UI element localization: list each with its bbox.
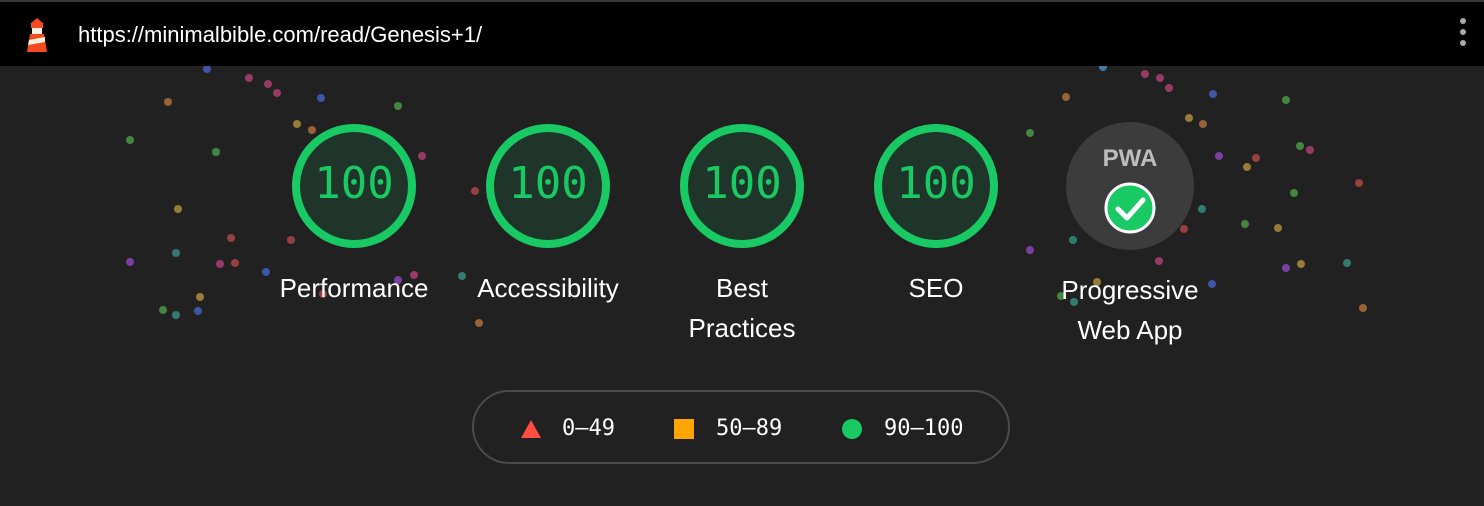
browser-topbar: https://minimalbible.com/read/Genesis+1/: [0, 0, 1484, 66]
legend-average-range: 50–89: [716, 416, 783, 441]
gauge-score: 100: [314, 158, 394, 209]
page-url[interactable]: https://minimalbible.com/read/Genesis+1/: [78, 20, 482, 50]
check-circle-icon: [1104, 182, 1156, 234]
gauge-label: SEO: [908, 273, 964, 303]
legend-pass-range: 90–100: [884, 416, 964, 441]
triangle-icon: [521, 420, 541, 438]
lighthouse-icon: [27, 18, 47, 52]
gauge-score: 100: [508, 158, 588, 209]
score-legend: 0–49 50–89 90–100: [472, 390, 1010, 464]
gauge-best-practices[interactable]: 100 Best Practices: [642, 120, 842, 343]
gauge-label-line: Practices: [688, 313, 796, 343]
gauge-performance[interactable]: 100 Performance: [254, 120, 454, 303]
pwa-label-line-1: Progressive: [1061, 275, 1199, 305]
more-vert-icon[interactable]: [1458, 18, 1468, 54]
gauge-score: 100: [702, 158, 782, 209]
gauge-label: Best Practices: [642, 268, 842, 348]
gauge-accessibility[interactable]: 100 Accessibility: [448, 120, 648, 303]
gauge-seo[interactable]: 100 SEO: [836, 120, 1036, 303]
pwa-badge: PWA: [1066, 122, 1194, 250]
gauge-label: Performance: [279, 273, 429, 303]
circle-icon: [842, 419, 862, 439]
gauge-label-line: Best: [715, 273, 769, 303]
pwa-label: Progressive Web App: [1030, 270, 1230, 350]
gauge-score: 100: [896, 158, 976, 209]
pwa-gauge[interactable]: PWA Progressive Web App: [1030, 120, 1230, 345]
pwa-badge-text: PWA: [1103, 145, 1158, 172]
square-icon: [674, 419, 694, 439]
gauge-label: Accessibility: [477, 273, 619, 303]
pwa-label-line-2: Web App: [1077, 315, 1183, 345]
legend-fail-range: 0–49: [562, 416, 615, 441]
